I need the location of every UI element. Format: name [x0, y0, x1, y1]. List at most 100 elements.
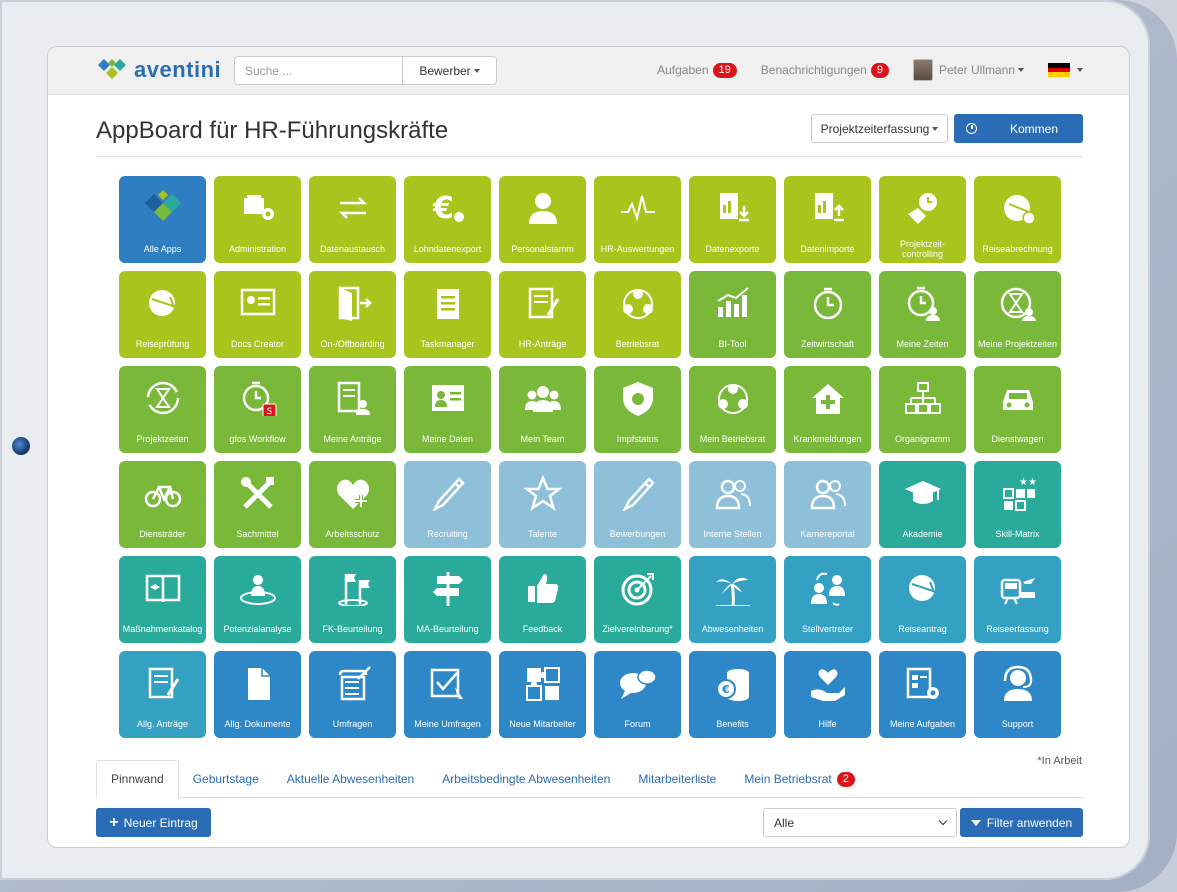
app-tile[interactable]: Sgfos Workflow	[214, 366, 301, 453]
notifications-link[interactable]: Benachrichtigungen 9	[761, 62, 889, 78]
app-tile[interactable]: ★★ Skill-Matrix	[974, 461, 1061, 548]
app-tile-label: On-/Offboarding	[320, 339, 385, 349]
app-tile[interactable]: Support	[974, 651, 1061, 738]
search-scope-dropdown[interactable]: Bewerber	[403, 56, 497, 85]
app-tile[interactable]: Meine Projektzeiten	[974, 271, 1061, 358]
app-tile-label: Arbeitsschutz	[325, 529, 380, 539]
app-tile-label: Datenexporte	[705, 244, 760, 254]
app-tile[interactable]: Arbeitsschutz	[309, 461, 396, 548]
app-tile-label: Benefits	[716, 719, 749, 729]
app-tile[interactable]: Dienstwagen	[974, 366, 1061, 453]
app-tile[interactable]: Umfragen	[309, 651, 396, 738]
book-icon	[144, 570, 182, 606]
brand-logo[interactable]: aventini	[96, 57, 221, 83]
app-tile[interactable]: Reiseantrag	[879, 556, 966, 643]
app-tile[interactable]: Meine Anträge	[309, 366, 396, 453]
search-group: Bewerber	[234, 56, 497, 85]
app-tile[interactable]: Talente	[499, 461, 586, 548]
tasks-badge: 19	[712, 62, 737, 78]
tab-arbeitsbedingte-abwesenheiten[interactable]: Arbeitsbedingte Abwesenheiten	[428, 760, 624, 798]
stopwatch-badge-icon: S	[239, 380, 277, 418]
app-tile[interactable]: Potenzialanalyse	[214, 556, 301, 643]
app-tile[interactable]: Administration	[214, 176, 301, 263]
app-tile[interactable]: Recruiting	[404, 461, 491, 548]
app-tile[interactable]: MA-Beurteilung	[404, 556, 491, 643]
app-tile-label: Dienstwagen	[991, 434, 1044, 444]
language-menu[interactable]	[1048, 63, 1083, 78]
app-tile[interactable]: Reiseabrechnung	[974, 176, 1061, 263]
app-tile[interactable]: HR-Anträge	[499, 271, 586, 358]
app-tile[interactable]: Bewerbungen	[594, 461, 681, 548]
new-entry-button[interactable]: + Neuer Eintrag	[96, 808, 211, 837]
app-tile-label: Skill-Matrix	[995, 529, 1040, 539]
app-tile-label: Feedback	[522, 624, 563, 634]
user-menu[interactable]: Peter Ullmann	[912, 59, 1024, 81]
app-tile[interactable]: Diensträder	[119, 461, 206, 548]
app-tile[interactable]: Organigramm	[879, 366, 966, 453]
app-tile[interactable]: Taskmanager	[404, 271, 491, 358]
kommen-button[interactable]: Kommen	[954, 114, 1083, 143]
app-tile[interactable]: Projektzeiten	[119, 366, 206, 453]
app-tile[interactable]: Mein Betriebsrat	[689, 366, 776, 453]
top-navbar: aventini Bewerber Aufgaben 19 Benachrich…	[48, 47, 1129, 95]
app-tile[interactable]: Karriereportal	[784, 461, 871, 548]
app-tile[interactable]: Hilfe	[784, 651, 871, 738]
apply-filter-button[interactable]: Filter anwenden	[960, 808, 1083, 837]
app-tile[interactable]: FK-Beurteilung	[309, 556, 396, 643]
app-tile[interactable]: Meine Zeiten	[879, 271, 966, 358]
app-tile[interactable]: Zeitwirtschaft	[784, 271, 871, 358]
app-tile[interactable]: Sachmittel	[214, 461, 301, 548]
app-tile[interactable]: HR-Auswertungen	[594, 176, 681, 263]
tasks-link[interactable]: Aufgaben 19	[657, 62, 737, 78]
app-tile[interactable]: Meine Daten	[404, 366, 491, 453]
app-tile[interactable]: Allg. Anträge	[119, 651, 206, 738]
app-tile[interactable]: BI-Tool	[689, 271, 776, 358]
app-tile[interactable]: Datenexporte	[689, 176, 776, 263]
tab-geburtstage[interactable]: Geburtstage	[179, 760, 273, 798]
app-tile-label: Alle Apps	[143, 244, 182, 254]
app-tile[interactable]: Akademie	[879, 461, 966, 548]
app-tile[interactable]: Meine Umfragen	[404, 651, 491, 738]
app-tile[interactable]: € Lohndatenexport	[404, 176, 491, 263]
app-tile[interactable]: On-/Offboarding	[309, 271, 396, 358]
app-tile[interactable]: Neue Mitarbeiter	[499, 651, 586, 738]
app-tile[interactable]: € Benefits	[689, 651, 776, 738]
app-tile[interactable]: Alle Apps	[119, 176, 206, 263]
app-tile[interactable]: Personalstamm	[499, 176, 586, 263]
board-tabs: Pinnwand Geburtstage Aktuelle Abwesenheite…	[96, 760, 1083, 798]
app-tile[interactable]: Datenimporte	[784, 176, 871, 263]
app-tile[interactable]: Betriebsrat	[594, 271, 681, 358]
app-tile[interactable]: Reiseerfassung	[974, 556, 1061, 643]
app-tile[interactable]: Zielvereinbarung*	[594, 556, 681, 643]
app-tile[interactable]: Impfstatus	[594, 366, 681, 453]
svg-text:€: €	[721, 683, 730, 696]
tab-mitarbeiterliste[interactable]: Mitarbeiterliste	[624, 760, 730, 798]
chat-bubbles-icon	[619, 665, 657, 701]
app-tile[interactable]: Interne Stellen	[689, 461, 776, 548]
app-tile[interactable]: Datenaustausch	[309, 176, 396, 263]
form-pen-icon	[144, 665, 182, 701]
search-input[interactable]	[234, 56, 403, 85]
filter-select[interactable]: Alle	[763, 808, 957, 837]
app-tile[interactable]: Maßnahmenkatalog	[119, 556, 206, 643]
tab-aktuelle-abwesenheiten[interactable]: Aktuelle Abwesenheiten	[273, 760, 428, 798]
car-icon	[999, 380, 1037, 416]
app-tile[interactable]: Projektzeit-controlling	[879, 176, 966, 263]
app-tile-label: Potenzialanalyse	[223, 624, 292, 634]
app-tile[interactable]: Feedback	[499, 556, 586, 643]
funnel-icon	[970, 819, 981, 826]
hand-clock-icon	[904, 190, 942, 226]
app-tile[interactable]: Abwesenheiten	[689, 556, 776, 643]
app-tile[interactable]: Krankmeldungen	[784, 366, 871, 453]
app-tile[interactable]: Mein Team	[499, 366, 586, 453]
app-tile[interactable]: Forum	[594, 651, 681, 738]
project-time-dropdown[interactable]: Projektzeiterfassung	[811, 114, 948, 143]
tab-mein-betriebsrat[interactable]: Mein Betriebsrat 2	[730, 760, 869, 798]
tab-pinnwand[interactable]: Pinnwand	[96, 760, 179, 798]
app-tile[interactable]: Allg. Dokumente	[214, 651, 301, 738]
app-tile[interactable]: Docs Creator	[214, 271, 301, 358]
app-tile[interactable]: Stellvertreter	[784, 556, 871, 643]
app-tile-label: Talente	[527, 529, 558, 539]
app-tile[interactable]: Meine Aufgaben	[879, 651, 966, 738]
app-tile[interactable]: Reiseprüfung	[119, 271, 206, 358]
